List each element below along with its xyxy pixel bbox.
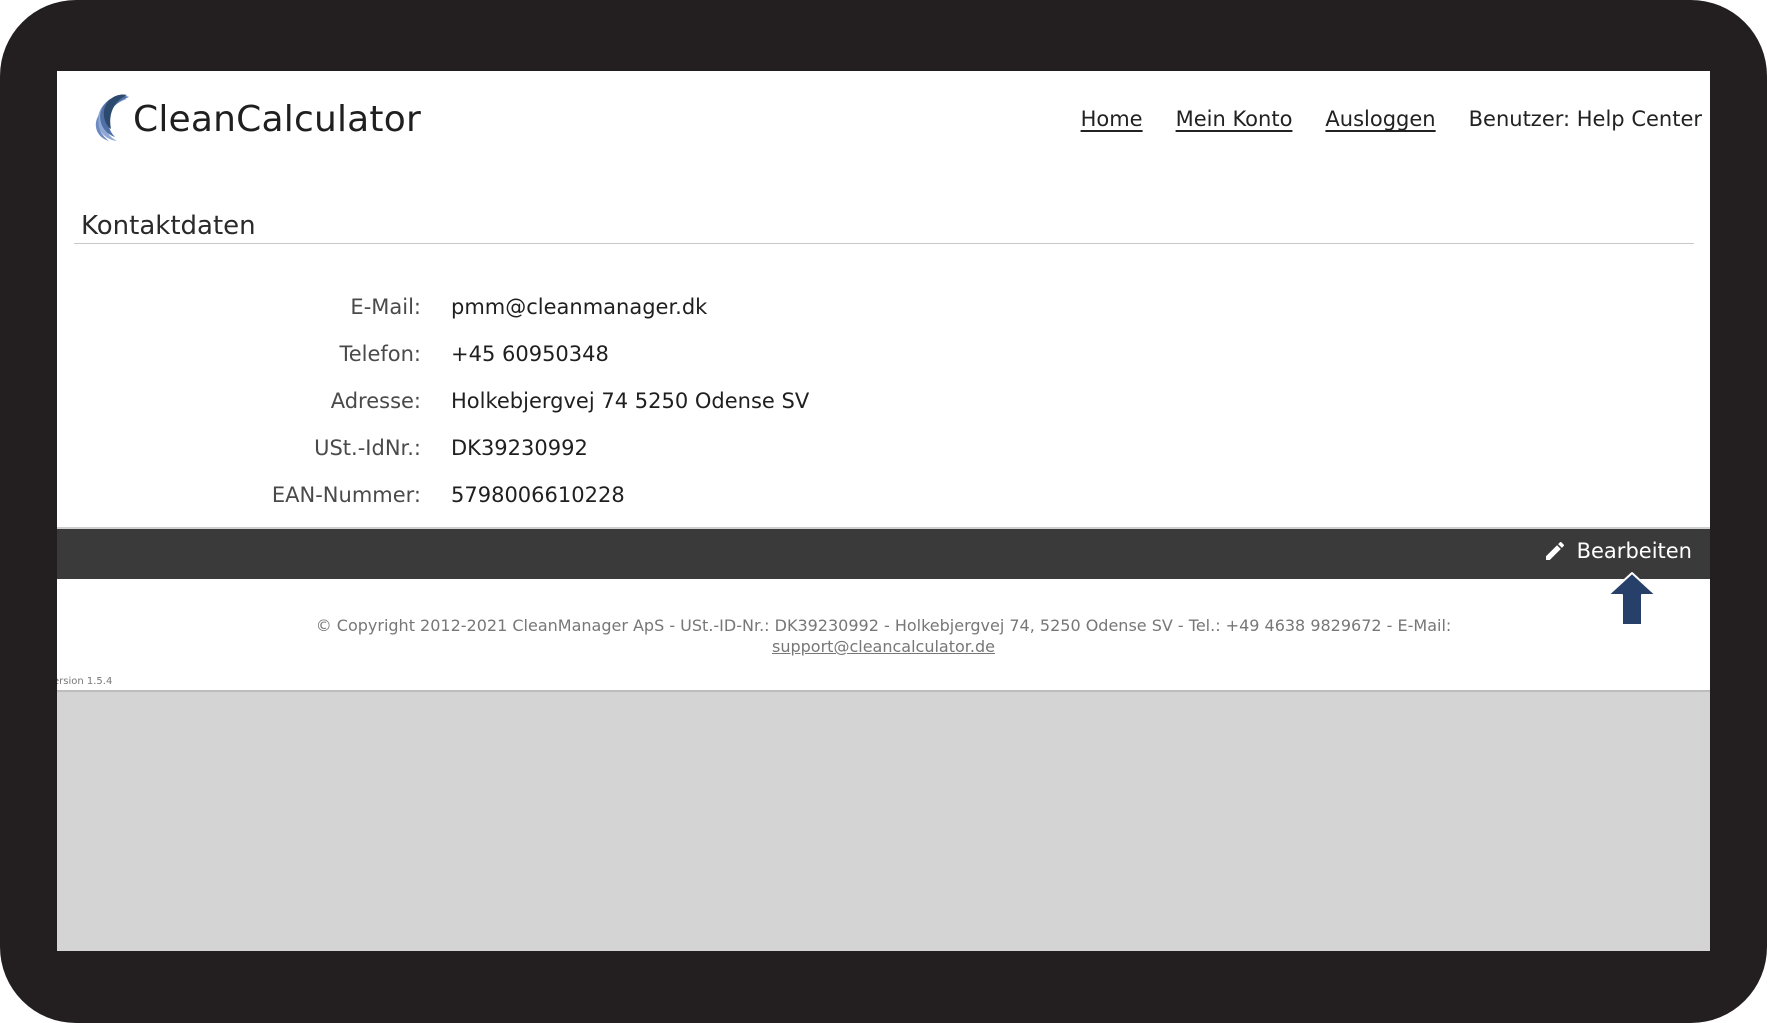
- detail-row-vat: USt.-IdNr.: DK39230992: [57, 424, 957, 471]
- footer-support-email-link[interactable]: support@cleancalculator.de: [772, 637, 995, 656]
- detail-value: DK39230992: [451, 435, 588, 460]
- logo[interactable]: CleanCalculator: [87, 93, 421, 145]
- detail-value: Holkebjergvej 74 5250 Odense SV: [451, 388, 810, 413]
- contact-details: E-Mail: pmm@cleanmanager.dk Telefon: +45…: [57, 283, 957, 518]
- version-label: ersion 1.5.4: [57, 676, 113, 687]
- detail-row-email: E-Mail: pmm@cleanmanager.dk: [57, 283, 957, 330]
- detail-label: EAN-Nummer:: [271, 482, 421, 507]
- brand-name: CleanCalculator: [133, 98, 421, 140]
- top-nav: Home Mein Konto Ausloggen Benutzer: Help…: [1081, 107, 1702, 131]
- nav-home-link[interactable]: Home: [1081, 107, 1143, 131]
- detail-row-phone: Telefon: +45 60950348: [57, 330, 957, 377]
- current-user: Benutzer: Help Center: [1468, 107, 1702, 131]
- nav-account-link[interactable]: Mein Konto: [1176, 107, 1293, 131]
- app-screen: CleanCalculator Home Mein Konto Auslogge…: [57, 71, 1710, 951]
- detail-value: pmm@cleanmanager.dk: [451, 294, 708, 319]
- detail-label: Telefon:: [339, 341, 421, 366]
- detail-value: +45 60950348: [451, 341, 609, 366]
- header: CleanCalculator Home Mein Konto Auslogge…: [57, 71, 1710, 181]
- detail-row-ean: EAN-Nummer: 5798006610228: [57, 471, 957, 518]
- detail-label: E-Mail:: [350, 294, 421, 319]
- edit-button[interactable]: Bearbeiten: [1543, 539, 1692, 563]
- edit-button-label: Bearbeiten: [1576, 539, 1692, 563]
- footer-copyright: © Copyright 2012-2021 CleanManager ApS -…: [315, 616, 1452, 635]
- pencil-icon: [1545, 541, 1564, 560]
- empty-content-area: [57, 690, 1710, 951]
- action-toolbar: Bearbeiten: [57, 527, 1710, 579]
- footer: © Copyright 2012-2021 CleanManager ApS -…: [57, 615, 1710, 657]
- nav-logout-link[interactable]: Ausloggen: [1325, 107, 1435, 131]
- wave-logo-icon: [95, 94, 129, 141]
- detail-value: 5798006610228: [451, 482, 625, 507]
- device-frame: CleanCalculator Home Mein Konto Auslogge…: [0, 0, 1767, 1023]
- detail-label: Adresse:: [330, 388, 421, 413]
- detail-row-address: Adresse: Holkebjergvej 74 5250 Odense SV: [57, 377, 957, 424]
- section-title: Kontaktdaten: [81, 211, 256, 241]
- section-divider: [74, 243, 1694, 244]
- detail-label: USt.-IdNr.:: [314, 435, 421, 460]
